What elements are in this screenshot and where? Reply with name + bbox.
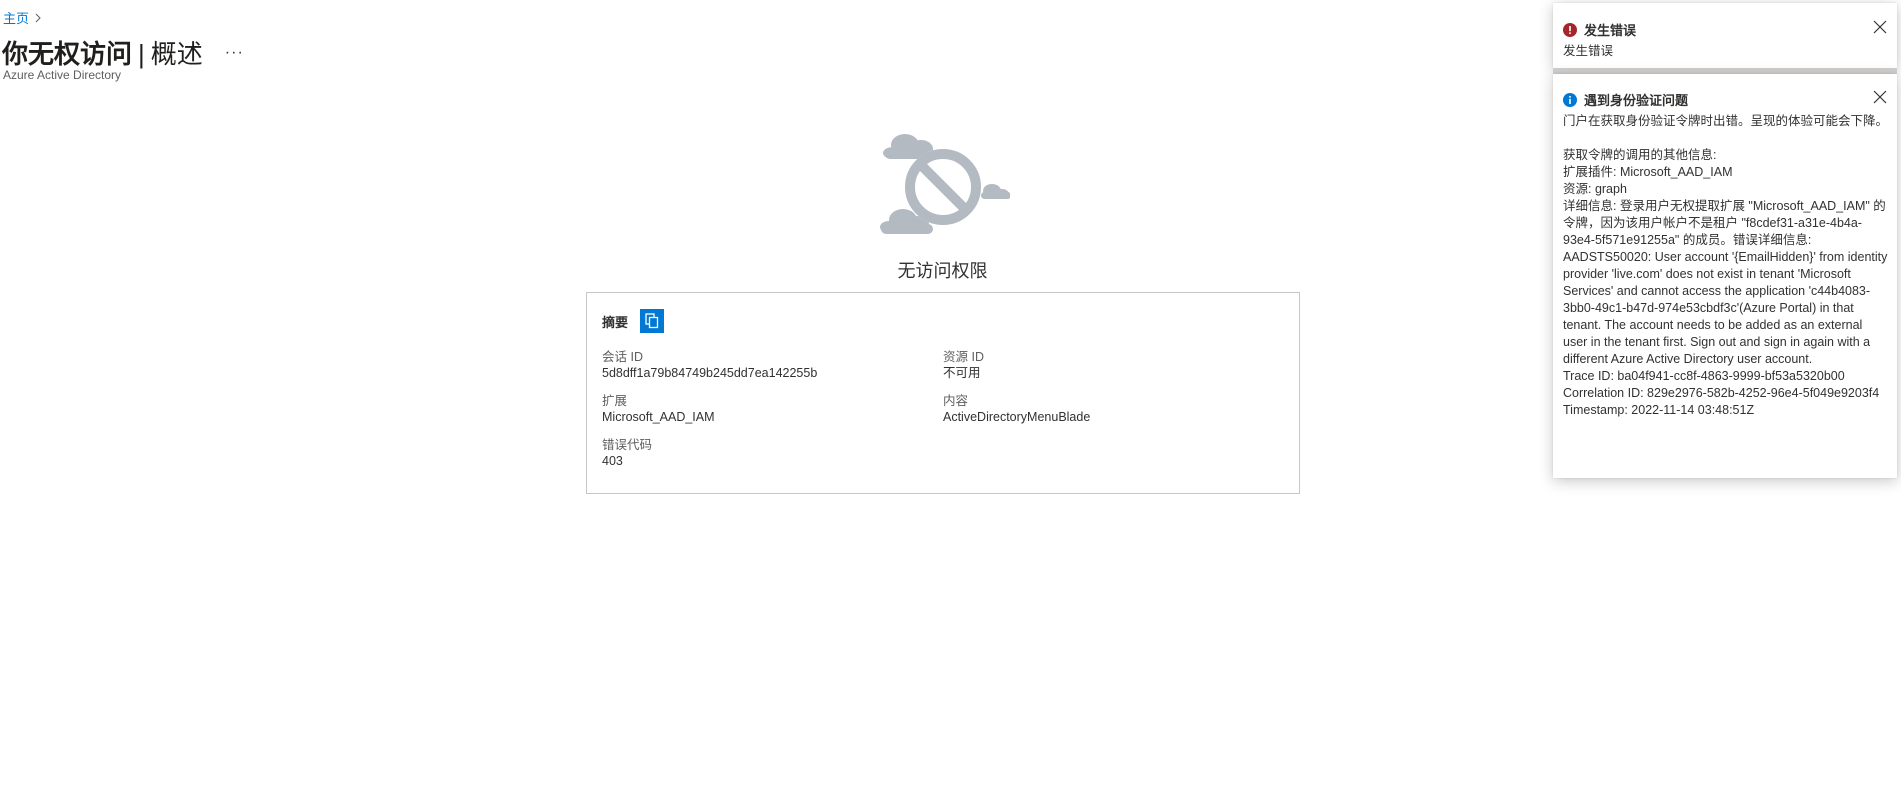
page-section-title: 概述 xyxy=(150,39,203,69)
session-id-label: 会话 ID xyxy=(602,350,643,364)
content-value: ActiveDirectoryMenuBlade xyxy=(943,410,1091,424)
error-icon xyxy=(1563,22,1577,37)
portal-page: 主页 你无权访问 | 概述 ··· Azure Active Directory xyxy=(0,0,1901,809)
error-notification-title: 发生错误 xyxy=(1584,23,1637,38)
breadcrumb-home-link[interactable]: 主页 xyxy=(3,8,29,27)
error-code-label: 错误代码 xyxy=(602,438,653,452)
page-subtitle: Azure Active Directory xyxy=(3,68,122,82)
copy-button[interactable] xyxy=(640,309,665,333)
error-notification[interactable]: 发生错误 发生错误 xyxy=(1553,3,1897,68)
auth-issue-notification-header: 遇到身份验证问题 xyxy=(1563,90,1688,109)
more-actions-button[interactable]: ··· xyxy=(225,44,244,62)
page-header: 你无权访问 | 概述 ··· xyxy=(2,34,244,71)
auth-issue-notification-body: 门户在获取身份验证令牌时出错。呈现的体验可能会下降。 获取令牌的调用的其他信息:… xyxy=(1563,114,1889,417)
session-id-value: 5d8dff1a79b84749b245dd7ea142255b xyxy=(602,366,818,380)
error-notification-body: 发生错误 xyxy=(1563,44,1614,58)
error-code-field: 错误代码 403 xyxy=(602,437,652,470)
session-id-field: 会话 ID 5d8dff1a79b84749b245dd7ea142255b xyxy=(602,349,817,382)
close-icon[interactable] xyxy=(1873,90,1887,104)
error-notification-header: 发生错误 xyxy=(1563,20,1636,39)
extension-label: 扩展 xyxy=(602,394,628,408)
breadcrumb: 主页 xyxy=(3,8,43,27)
chevron-right-icon xyxy=(35,13,41,22)
extension-value: Microsoft_AAD_IAM xyxy=(602,410,715,424)
info-icon xyxy=(1563,92,1577,107)
extension-field: 扩展 Microsoft_AAD_IAM xyxy=(602,393,715,426)
error-code-value: 403 xyxy=(602,454,623,468)
no-access-cloud-icon xyxy=(880,134,1010,234)
auth-issue-notification-title: 遇到身份验证问题 xyxy=(1584,93,1689,108)
resource-id-field: 资源 ID 不可用 xyxy=(943,349,984,382)
content-label: 内容 xyxy=(943,394,969,408)
auth-issue-notification[interactable]: 遇到身份验证问题 门户在获取身份验证令牌时出错。呈现的体验可能会下降。 获取令牌… xyxy=(1553,74,1897,478)
summary-header: 摘要 xyxy=(602,309,665,333)
page-title: 你无权访问 xyxy=(2,39,133,69)
copy-icon xyxy=(645,313,659,329)
close-icon[interactable] xyxy=(1873,20,1887,34)
resource-id-value: 不可用 xyxy=(943,366,981,380)
title-separator: | xyxy=(138,39,145,69)
resource-id-label: 资源 ID xyxy=(943,350,984,364)
summary-title: 摘要 xyxy=(602,314,629,330)
content-field: 内容 ActiveDirectoryMenuBlade xyxy=(943,393,1090,426)
summary-card: 摘要 会话 ID 5d8dff1a79b84749b245dd7ea142255… xyxy=(586,292,1300,494)
